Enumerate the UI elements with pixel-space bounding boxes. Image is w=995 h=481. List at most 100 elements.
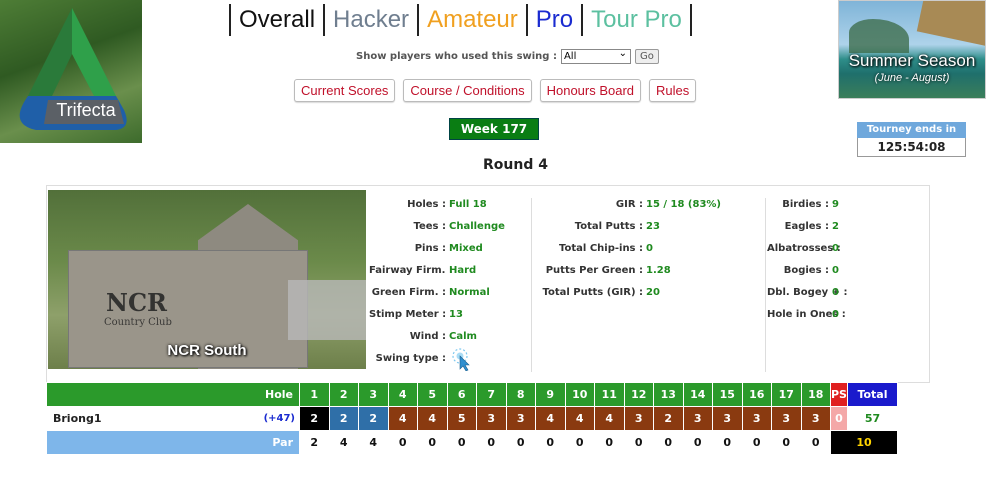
course-photo: NCR Country Club NCR South [48, 190, 366, 369]
hole-par: 0 [387, 430, 418, 455]
sign-subtext: Country Club [104, 317, 172, 328]
condition-label: Holes : [407, 198, 446, 210]
promo-subtitle: (June - August) [874, 72, 950, 84]
condition-value: Full 18 [449, 198, 487, 210]
stat-value: 23 [646, 220, 660, 232]
stat-value: 0 [832, 286, 839, 298]
hole-score: 2 [358, 406, 389, 431]
hole-score: 2 [653, 406, 684, 431]
tab-amateur[interactable]: Amateur [417, 4, 526, 36]
stat-label: GIR : [615, 198, 643, 210]
hole-score: 3 [505, 406, 536, 431]
divider [531, 198, 532, 372]
hole-par: 0 [564, 430, 595, 455]
par-total: 10 [830, 430, 898, 455]
condition-row: Fairway Firm. : Hard [369, 259, 505, 281]
hole-score: 5 [446, 406, 477, 431]
player-name[interactable]: Briong1 [53, 412, 102, 425]
hole-number: 11 [594, 382, 625, 407]
hole-score: 3 [623, 406, 654, 431]
section-buttons: Current Scores Course / Conditions Honou… [294, 79, 697, 102]
hole-number: 9 [535, 382, 566, 407]
logo-text: Trifecta [56, 100, 116, 120]
hole-score: 4 [564, 406, 595, 431]
stat-row: Eagles :2 [767, 215, 839, 237]
hole-par: 0 [771, 430, 802, 455]
rules-button[interactable]: Rules [649, 79, 697, 102]
hole-par: 0 [505, 430, 536, 455]
condition-row: Tees : Challenge [369, 215, 505, 237]
trifecta-logo[interactable]: Trifecta [0, 0, 142, 143]
stat-row: Albatrosses :0 [767, 237, 841, 259]
condition-label: Stimp Meter : [369, 308, 447, 320]
course-panel: NCR Country Club NCR South Holes : Full 1… [46, 185, 930, 383]
go-button[interactable]: Go [634, 49, 659, 64]
hole-score: 3 [682, 406, 713, 431]
conditions-list: Holes : Full 18 Tees : Challenge Pins : Mix… [369, 193, 505, 372]
stat-label: Total Putts (GIR) : [542, 286, 644, 298]
hole-par: 0 [800, 430, 831, 455]
hole-par: 0 [446, 430, 477, 455]
hole-score: 4 [594, 406, 625, 431]
par-label: Par [46, 430, 300, 455]
honours-board-button[interactable]: Honours Board [539, 79, 642, 102]
hole-number: 14 [682, 382, 713, 407]
hole-par: 0 [535, 430, 566, 455]
hole-score: 4 [417, 406, 448, 431]
stat-row: Bogies :0 [767, 259, 839, 281]
condition-value: 13 [449, 308, 463, 320]
hole-number: 17 [771, 382, 802, 407]
player-ps: 0 [830, 406, 848, 431]
stat-value: 0 [832, 242, 839, 254]
stat-value: 20 [646, 286, 660, 298]
hole-number: 2 [328, 382, 359, 407]
hole-number: 7 [476, 382, 507, 407]
stat-value: 0 [832, 308, 839, 320]
stat-row: GIR :15 / 18 (83%) [533, 193, 721, 215]
swing-filter-label: Show players who used this swing : [356, 51, 557, 62]
stat-value: 0 [646, 242, 653, 254]
tab-hacker[interactable]: Hacker [323, 4, 417, 36]
hole-par: 0 [682, 430, 713, 455]
player-name-cell[interactable]: Briong1 (+47) [46, 406, 300, 431]
stat-label: Eagles : [784, 220, 829, 232]
tab-pro[interactable]: Pro [525, 4, 581, 36]
tab-overall[interactable]: Overall [229, 4, 323, 36]
condition-label: Wind : [409, 330, 446, 342]
swing-filter-select[interactable]: All [560, 47, 631, 64]
week-badge[interactable]: Week 177 [449, 118, 539, 140]
stat-label: Total Chip-ins : [559, 242, 643, 254]
course-conditions-button[interactable]: Course / Conditions [403, 79, 532, 102]
divider [765, 198, 766, 372]
hole-par: 0 [741, 430, 772, 455]
stat-value: 1.28 [646, 264, 671, 276]
hole-score: 2 [299, 406, 330, 431]
pointer-click-icon[interactable] [451, 347, 471, 372]
player-total: 57 [846, 406, 898, 431]
hole-score: 3 [800, 406, 831, 431]
hole-par: 4 [358, 430, 389, 455]
condition-row: Holes : Full 18 [369, 193, 505, 215]
condition-row: Green Firm. : Normal [369, 281, 505, 303]
total-header: Total [846, 382, 898, 407]
current-scores-button[interactable]: Current Scores [294, 79, 396, 102]
hole-number: 3 [358, 382, 389, 407]
summer-season-banner[interactable]: Summer Season (June - August) [838, 0, 986, 99]
hole-number: 1 [299, 382, 330, 407]
tab-tour-pro[interactable]: Tour Pro [581, 4, 692, 36]
stat-row: Dbl. Bogey + :0 [767, 281, 848, 303]
round-label: Round 4 [483, 157, 548, 173]
condition-value: Normal [449, 286, 490, 298]
hole-number: 16 [741, 382, 772, 407]
hole-number: 10 [564, 382, 595, 407]
stat-label: Dbl. Bogey + : [767, 286, 848, 298]
hole-number: 15 [712, 382, 743, 407]
stat-value: 0 [832, 264, 839, 276]
player-score-row[interactable]: Briong1 (+47) 2 2 2 4 4 5 3 3 4 4 4 3 2 3 3 3 3 3 0 57 [46, 406, 898, 431]
tourney-countdown: Tourney ends in 125:54:08 [857, 122, 966, 157]
sign-text: NCR [106, 288, 167, 317]
condition-row: Wind : Calm [369, 325, 505, 347]
stat-label: Bogies : [783, 264, 829, 276]
stat-value: 2 [832, 220, 839, 232]
condition-row: Swing type : [369, 347, 505, 372]
